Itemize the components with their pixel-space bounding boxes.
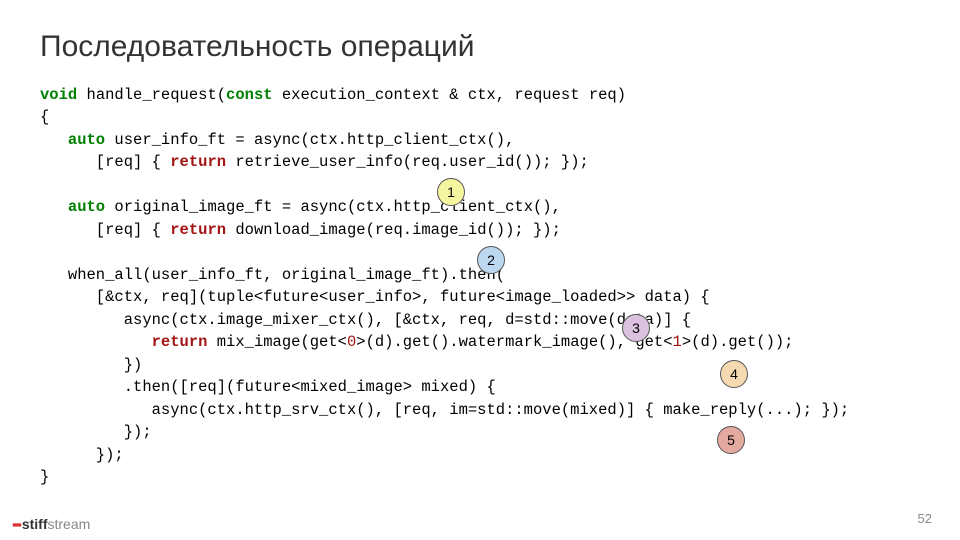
keyword-return: return [152,333,208,351]
code-block: void handle_request(const execution_cont… [40,84,920,488]
keyword-return: return [170,153,226,171]
step-marker-4: 4 [720,360,748,388]
logo-text-stiff: stiff [22,516,48,532]
slide-title: Последовательность операций [40,30,920,64]
keyword-auto: auto [68,198,105,216]
step-marker-1: 1 [437,178,465,206]
slide: Последовательность операций void handle_… [0,0,960,540]
step-marker-3: 3 [622,314,650,342]
literal-0: 0 [347,333,356,351]
keyword-void: void [40,86,77,104]
step-marker-2: 2 [477,246,505,274]
keyword-const: const [226,86,273,104]
logo: ▪▪▪stiffstream [12,516,90,532]
literal-1: 1 [673,333,682,351]
logo-icon: ▪▪▪ [12,517,20,532]
keyword-return: return [170,221,226,239]
step-marker-5: 5 [717,426,745,454]
logo-text-stream: stream [48,516,91,532]
keyword-auto: auto [68,131,105,149]
page-number: 52 [918,511,932,526]
